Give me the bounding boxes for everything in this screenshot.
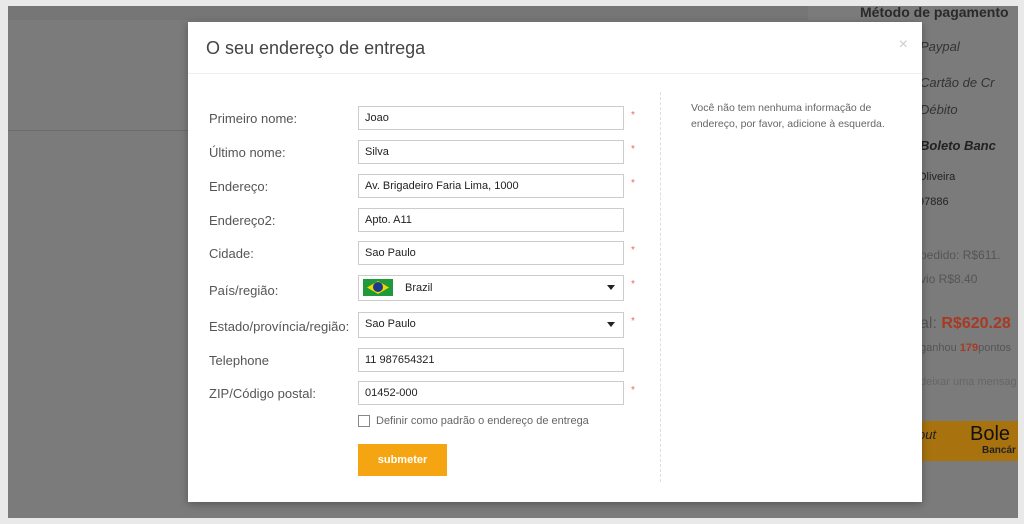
checkbox-icon[interactable] — [358, 415, 370, 427]
total-value: R$620.28 — [941, 315, 1011, 332]
last-name-input[interactable]: Silva — [358, 140, 624, 164]
payment-method-debit[interactable]: Débito — [920, 102, 958, 117]
checkout-boleto-button[interactable]: out Bole Bancár — [918, 421, 1018, 461]
modal-header: O seu endereço de entrega × — [188, 22, 922, 74]
boleto-logo-sub: Bancár — [982, 445, 1016, 456]
first-name-row: Primeiro nome: Joao * — [188, 106, 648, 130]
phone-field[interactable]: 97886 — [918, 196, 949, 208]
city-label: Cidade: — [209, 246, 254, 261]
message-link[interactable]: deixar uma mensag — [920, 376, 1017, 388]
address-label: Endereço: — [209, 179, 269, 194]
payment-title: Método de pagamento — [860, 6, 1009, 20]
state-row: Estado/província/região: Sao Paulo * — [188, 312, 648, 338]
address2-label: Endereço2: — [209, 213, 276, 228]
state-label: Estado/província/região: — [209, 319, 350, 334]
state-value: Sao Paulo — [365, 318, 416, 330]
address-modal: O seu endereço de entrega × Primeiro nom… — [188, 22, 922, 502]
first-name-label: Primeiro nome: — [209, 111, 298, 126]
total-label: al: — [920, 315, 937, 332]
last-name-label: Último nome: — [209, 145, 286, 160]
zip-row: ZIP/Código postal: 01452-000 * — [188, 381, 648, 405]
default-address-checkbox[interactable]: Definir como padrão o endereço de entreg… — [358, 415, 589, 427]
required-mark: * — [631, 144, 635, 155]
close-icon[interactable]: × — [899, 36, 908, 54]
city-input[interactable]: Sao Paulo — [358, 241, 624, 265]
first-name-input[interactable]: Joao — [358, 106, 624, 130]
state-select[interactable]: Sao Paulo — [358, 312, 624, 338]
modal-title: O seu endereço de entrega — [206, 38, 426, 58]
page-overlay: Método de pagamento Paypal Cartão de Cr … — [8, 6, 1018, 518]
telephone-row: Telephone 11 987654321 — [188, 348, 648, 372]
points-suffix: pontos — [978, 342, 1012, 354]
required-mark: * — [631, 385, 635, 396]
country-row: País/região: Brazil * — [188, 275, 648, 301]
address-row: Endereço: Av. Brigadeiro Faria Lima, 100… — [188, 174, 648, 198]
address2-row: Endereço2: Apto. A11 — [188, 208, 648, 232]
points-prefix: ganhou — [920, 342, 960, 354]
brazil-flag-icon — [363, 279, 393, 296]
shipping-cost: vio R$8.40 — [920, 272, 978, 286]
zip-input[interactable]: 01452-000 — [358, 381, 624, 405]
last-name-row: Último nome: Silva * — [188, 140, 648, 164]
no-address-info: Você não tem nenhuma informação de ender… — [691, 102, 885, 130]
required-mark: * — [631, 178, 635, 189]
required-mark: * — [631, 316, 635, 327]
country-select[interactable]: Brazil — [358, 275, 624, 301]
chevron-down-icon — [607, 285, 615, 290]
order-subtotal: pedido: R$611. — [920, 248, 1001, 262]
telephone-label: Telephone — [209, 353, 269, 368]
boleto-logo: Bole — [970, 423, 1011, 445]
zip-label: ZIP/Código postal: — [209, 386, 316, 401]
payment-method-paypal[interactable]: Paypal — [920, 39, 960, 54]
payment-method-card[interactable]: Cartão de Cr — [920, 75, 994, 90]
default-address-label: Definir como padrão o endereço de entreg… — [376, 415, 589, 427]
country-label: País/região: — [209, 283, 279, 298]
payment-method-boleto[interactable]: Boleto Banc — [920, 138, 996, 153]
required-mark: * — [631, 279, 635, 290]
name-field[interactable]: Oliveira — [918, 171, 955, 183]
address2-input[interactable]: Apto. A11 — [358, 208, 624, 232]
country-value: Brazil — [405, 282, 433, 294]
address-input[interactable]: Av. Brigadeiro Faria Lima, 1000 — [358, 174, 624, 198]
submit-button[interactable]: submeter — [358, 444, 447, 476]
required-mark: * — [631, 110, 635, 121]
telephone-input[interactable]: 11 987654321 — [358, 348, 624, 372]
city-row: Cidade: Sao Paulo * — [188, 241, 648, 265]
background-header — [8, 6, 808, 20]
required-mark: * — [631, 245, 635, 256]
chevron-down-icon — [607, 322, 615, 327]
modal-divider — [660, 92, 661, 482]
points-value: 179 — [959, 342, 979, 354]
